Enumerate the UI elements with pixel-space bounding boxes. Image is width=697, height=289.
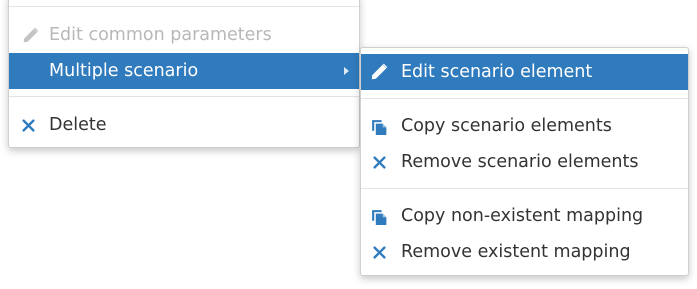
menu-separator	[361, 188, 688, 189]
menu-separator	[361, 98, 688, 99]
menu-separator	[9, 6, 359, 7]
menu-item-label: Copy non-existent mapping	[401, 206, 644, 226]
x-icon	[368, 144, 390, 180]
menu-item-label: Multiple scenario	[49, 61, 199, 81]
copy-icon	[368, 198, 390, 234]
x-icon	[17, 107, 39, 143]
menu-separator	[9, 96, 359, 97]
submenu-item-edit-scenario-element[interactable]: Edit scenario element	[361, 54, 688, 90]
menu-item-label: Copy scenario elements	[401, 116, 612, 136]
menu-item-label: Delete	[49, 115, 107, 135]
pencil-icon	[19, 17, 41, 53]
context-menu: Edit common parameters Multiple scenario…	[8, 0, 360, 148]
menu-item-edit-common-parameters[interactable]: Edit common parameters	[9, 17, 359, 53]
copy-icon	[368, 108, 390, 144]
pencil-icon	[368, 54, 390, 90]
submenu-item-copy-non-existent-mapping[interactable]: Copy non-existent mapping	[361, 198, 688, 234]
submenu-item-remove-scenario-elements[interactable]: Remove scenario elements	[361, 144, 688, 180]
submenu-arrow-icon	[344, 67, 349, 75]
x-icon	[368, 234, 390, 270]
submenu: Edit scenario element Copy scenario elem…	[360, 47, 689, 276]
menu-item-multiple-scenario[interactable]: Multiple scenario	[9, 53, 359, 89]
submenu-item-remove-existent-mapping[interactable]: Remove existent mapping	[361, 234, 688, 270]
menu-item-label: Edit scenario element	[401, 62, 593, 82]
submenu-item-copy-scenario-elements[interactable]: Copy scenario elements	[361, 108, 688, 144]
menu-item-label: Remove existent mapping	[401, 242, 631, 262]
page: Edit common parameters Multiple scenario…	[0, 0, 697, 289]
menu-item-label: Remove scenario elements	[401, 152, 639, 172]
menu-item-label: Edit common parameters	[49, 25, 272, 45]
menu-item-delete[interactable]: Delete	[9, 107, 359, 143]
